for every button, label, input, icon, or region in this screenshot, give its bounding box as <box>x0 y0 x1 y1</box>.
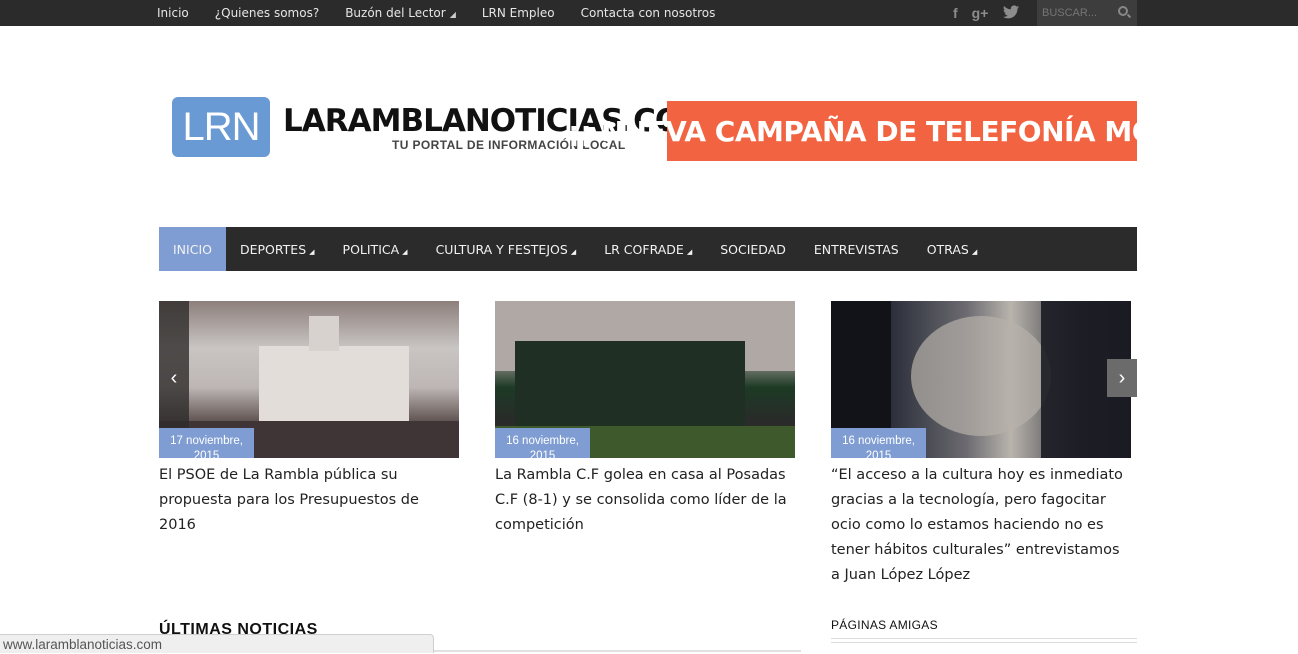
promo-banner[interactable]: ¡¡ NUEVA CAMPAÑA DE TELEFONÍA MÓVIL !! <box>568 101 1237 161</box>
dropdown-caret-icon: ◢ <box>309 248 315 256</box>
nav-item-label: ENTREVISTAS <box>813 241 899 257</box>
nav-item-deportes[interactable]: DEPORTES ◢ <box>226 227 329 271</box>
nav-item-lr-cofrade[interactable]: LR COFRADE ◢ <box>590 227 706 271</box>
nav-item-entrevistas[interactable]: ENTREVISTAS <box>800 227 913 271</box>
nav-item-label: INICIO <box>173 241 212 257</box>
nav-item-sociedad[interactable]: SOCIEDAD <box>706 227 800 271</box>
nav-item-inicio[interactable]: INICIO <box>159 227 226 271</box>
nav-item-otras[interactable]: OTRAS ◢ <box>913 227 992 271</box>
site-logo[interactable]: LRN <box>172 97 270 157</box>
search-box <box>1037 0 1137 26</box>
slide-date: 16 noviembre, 2015 <box>495 428 590 458</box>
nav-item-label: SOCIEDAD <box>720 241 786 257</box>
slide-title[interactable]: La Rambla C.F golea en casa al Posadas C… <box>495 463 795 538</box>
top-nav: Inicio ¿Quienes somos? Buzón del Lector ◢… <box>157 0 741 26</box>
slide: 16 noviembre, 2015 “El acceso a la cultu… <box>831 301 1131 588</box>
slide-image[interactable]: 17 noviembre, 2015 <box>159 301 459 458</box>
nav-item-politica[interactable]: POLITICA ◢ <box>329 227 422 271</box>
friend-pages-heading: PÁGINAS AMIGAS <box>831 618 938 632</box>
dropdown-caret-icon: ◢ <box>402 248 408 256</box>
slide-image[interactable]: 16 noviembre, 2015 <box>831 301 1131 458</box>
google-plus-icon[interactable]: g+ <box>972 5 989 21</box>
top-link-inicio[interactable]: Inicio <box>157 6 189 20</box>
slide-date: 16 noviembre, 2015 <box>831 428 926 458</box>
browser-status-url: www.laramblanoticias.com <box>0 634 434 653</box>
top-link-quienes-somos[interactable]: ¿Quienes somos? <box>215 6 319 20</box>
nav-item-label: DEPORTES <box>239 241 307 257</box>
slide-date: 17 noviembre, 2015 <box>159 428 254 458</box>
top-bar: Inicio ¿Quienes somos? Buzón del Lector ◢… <box>0 0 1298 26</box>
dropdown-caret-icon: ◢ <box>449 10 456 19</box>
slider-next-arrow-icon[interactable]: › <box>1107 359 1137 397</box>
nav-item-label: POLITICA <box>342 241 400 257</box>
nav-item-label: CULTURA Y FESTEJOS <box>435 241 568 257</box>
main-nav: INICIO DEPORTES ◢ POLITICA ◢ CULTURA Y FES… <box>159 227 1137 271</box>
social-icons: f g+ <box>953 0 1020 26</box>
top-link-buzon-del-lector[interactable]: Buzón del Lector ◢ <box>345 6 456 20</box>
facebook-icon[interactable]: f <box>953 5 958 21</box>
slide-title[interactable]: El PSOE de La Rambla pública su propuest… <box>159 463 459 538</box>
slide-title[interactable]: “El acceso a la cultura hoy es inmediato… <box>831 463 1131 588</box>
slide-image[interactable]: 16 noviembre, 2015 <box>495 301 795 458</box>
slide: 17 noviembre, 2015 El PSOE de La Rambla … <box>159 301 459 538</box>
nav-item-label: LR COFRADE <box>604 241 684 257</box>
slide: 16 noviembre, 2015 La Rambla C.F golea e… <box>495 301 795 538</box>
nav-item-label: OTRAS <box>926 241 969 257</box>
divider <box>831 638 1137 643</box>
top-link-label: Buzón del Lector <box>345 6 446 20</box>
top-link-lrn-empleo[interactable]: LRN Empleo <box>482 6 555 20</box>
search-icon[interactable] <box>1118 6 1128 16</box>
dropdown-caret-icon: ◢ <box>570 248 577 256</box>
nav-item-cultura-y-festejos[interactable]: CULTURA Y FESTEJOS ◢ <box>422 227 591 271</box>
twitter-icon[interactable] <box>1002 4 1020 22</box>
search-input[interactable] <box>1037 0 1112 26</box>
top-link-contacta[interactable]: Contacta con nosotros <box>581 6 716 20</box>
dropdown-caret-icon: ◢ <box>971 248 978 256</box>
dropdown-caret-icon: ◢ <box>686 248 693 256</box>
slider-prev-arrow-icon[interactable]: ‹ <box>159 359 189 397</box>
